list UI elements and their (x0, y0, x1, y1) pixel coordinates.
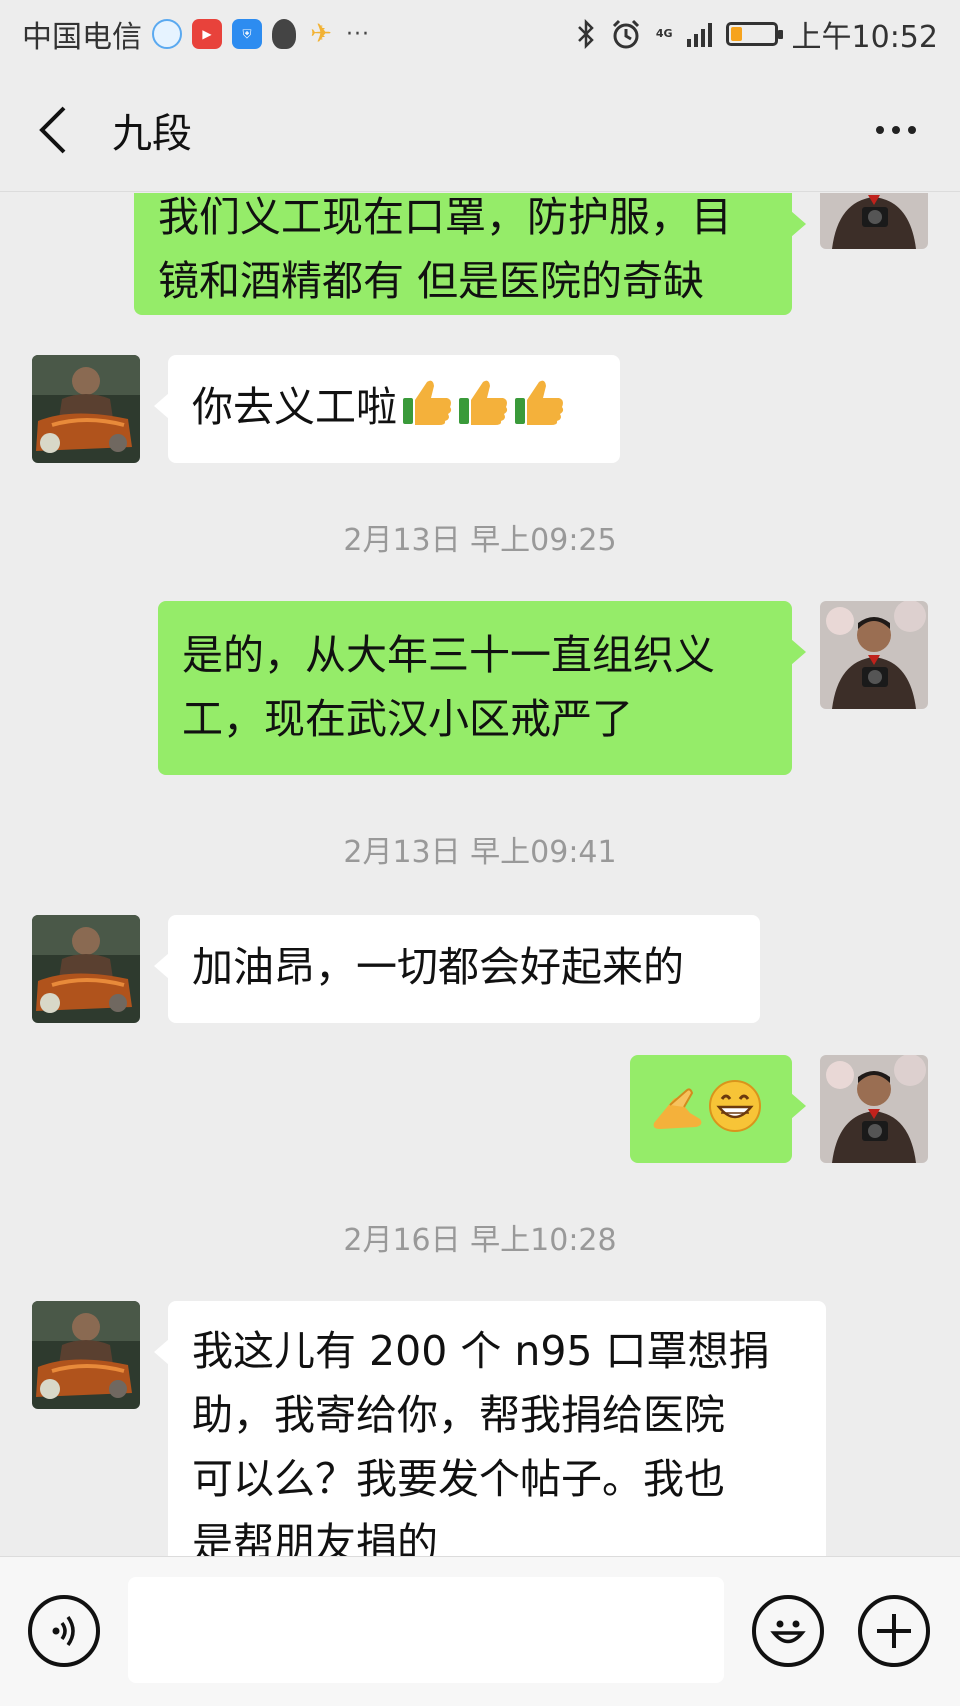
contact-avatar[interactable] (32, 355, 140, 463)
my-avatar[interactable] (820, 1055, 928, 1163)
network-type-label: 4G (655, 27, 673, 40)
more-button[interactable] (856, 90, 936, 170)
message-bubble-received[interactable]: 我这儿有 200 个 n95 口罩想捐 助，我寄给你，帮我捐给医院 可以么？我要… (154, 1301, 826, 1556)
timestamp: 2月13日 早上09:25 (343, 523, 617, 558)
fist-palm-icon (650, 1079, 704, 1151)
chat-header: 九段 (0, 68, 960, 192)
signal-icon (686, 21, 712, 47)
browser-icon (152, 19, 182, 49)
emoji-button[interactable] (752, 1595, 824, 1667)
penguin-icon (272, 19, 296, 49)
plus-icon (877, 1614, 911, 1648)
bluetooth-icon (577, 19, 594, 49)
message-bubble-sent[interactable]: 是的，从大年三十一直组织义 工，现在武汉小区戒严了 (158, 601, 806, 775)
timestamp: 2月13日 早上09:41 (343, 835, 617, 870)
status-bar: 中国电信 ▶ ⛨ ✈ ··· 4G 上午10:52 (0, 0, 960, 68)
more-icon (876, 125, 884, 134)
video-app-icon: ▶ (192, 19, 222, 49)
contact-avatar[interactable] (32, 915, 140, 1023)
message-bubble-sent[interactable]: 我们义工现在口罩，防护服，目 镜和酒精都有 但是医院的奇缺 (134, 193, 806, 315)
shield-icon: ⛨ (232, 19, 262, 49)
emoji-icon (770, 1620, 806, 1644)
back-arrow-icon (39, 106, 66, 153)
my-avatar[interactable] (820, 601, 928, 709)
my-avatar[interactable] (820, 193, 928, 249)
thumbs-up-icon (513, 376, 565, 444)
paper-plane-icon: ✈ (310, 19, 332, 49)
input-bar (0, 1556, 960, 1706)
message-list[interactable]: 我们义工现在口罩，防护服，目 镜和酒精都有 但是医院的奇缺 你去义工啦 2月13… (0, 193, 960, 1556)
message-input[interactable] (128, 1577, 724, 1683)
battery-icon (725, 22, 783, 46)
message-bubble-sent[interactable] (630, 1055, 806, 1163)
message-bubble-received[interactable]: 你去义工啦 (154, 355, 620, 463)
grin-emoji-icon (708, 1079, 762, 1151)
alarm-icon (612, 19, 639, 49)
thumbs-up-icon (401, 376, 453, 444)
message-bubble-received[interactable]: 加油昂，一切都会好起来的 (154, 915, 760, 1023)
thumbs-up-icon (457, 376, 509, 444)
voice-icon (52, 1615, 75, 1647)
clock: 上午10:52 (791, 20, 938, 55)
more-notifications-icon: ··· (346, 21, 370, 47)
notification-icons: ▶ ⛨ ✈ (152, 19, 336, 49)
timestamp: 2月16日 早上10:28 (343, 1223, 617, 1258)
voice-button[interactable] (28, 1595, 100, 1667)
carrier-label: 中国电信 (22, 20, 142, 55)
chat-title: 九段 (112, 110, 192, 157)
contact-avatar[interactable] (32, 1301, 140, 1409)
back-button[interactable] (8, 85, 98, 175)
more-actions-button[interactable] (858, 1595, 930, 1667)
